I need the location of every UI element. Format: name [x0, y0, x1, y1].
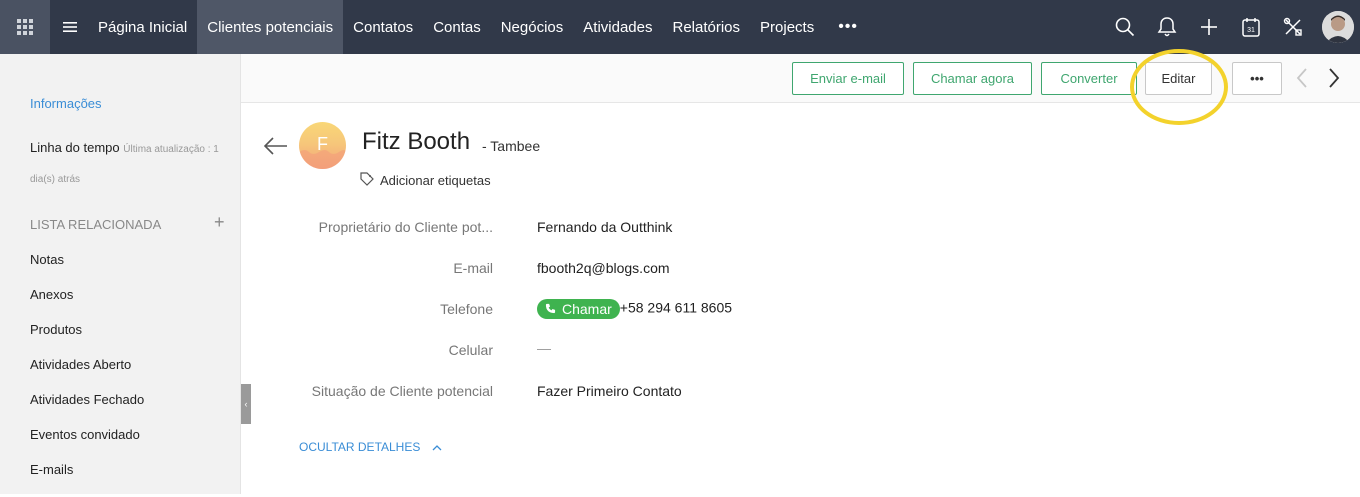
user-avatar[interactable] — [1322, 11, 1354, 43]
bell-icon[interactable] — [1146, 0, 1188, 54]
nav-contacts[interactable]: Contatos — [343, 0, 423, 54]
back-arrow-icon[interactable] — [262, 131, 290, 161]
field-value-lead-status[interactable]: Fazer Primeiro Contato — [537, 383, 682, 399]
record-action-bar: Enviar e-mail Chamar agora Converter Edi… — [241, 54, 1360, 103]
nav-accounts[interactable]: Contas — [423, 0, 491, 54]
nav-home[interactable]: Página Inicial — [88, 0, 197, 54]
field-label-mobile: Celular — [448, 342, 493, 358]
tag-icon — [360, 172, 374, 189]
phone-icon — [545, 301, 556, 317]
sidebar-item-notes[interactable]: Notas — [30, 252, 144, 287]
nav-reports[interactable]: Relatórios — [662, 0, 750, 54]
related-list: Notas Anexos Produtos Atividades Aberto … — [30, 252, 144, 497]
sidebar-info-link[interactable]: Informações — [30, 96, 102, 111]
sidebar-item-products[interactable]: Produtos — [30, 322, 144, 357]
hide-details-toggle[interactable]: OCULTAR DETALHES — [299, 440, 442, 454]
field-label-email: E-mail — [453, 260, 493, 276]
field-value-phone-row: Chamar +58 294 611 8605 — [537, 299, 732, 319]
sidebar-item-closed-activities[interactable]: Atividades Fechado — [30, 392, 144, 427]
field-label-phone: Telefone — [440, 301, 493, 317]
send-email-button[interactable]: Enviar e-mail — [792, 62, 904, 95]
top-navigation: Página Inicial Clientes potenciais Conta… — [0, 0, 1360, 54]
field-value-phone[interactable]: +58 294 611 8605 — [620, 300, 732, 316]
field-value-email[interactable]: fbooth2q@blogs.com — [537, 260, 670, 276]
add-tags-label: Adicionar etiquetas — [380, 173, 491, 188]
field-label-owner: Proprietário do Cliente pot... — [318, 219, 493, 235]
nav-deals[interactable]: Negócios — [491, 0, 574, 54]
add-tags-link[interactable]: Adicionar etiquetas — [360, 172, 491, 189]
convert-button[interactable]: Converter — [1041, 62, 1137, 95]
call-phone-label: Chamar — [562, 301, 612, 317]
next-record-arrow-icon[interactable] — [1327, 67, 1341, 95]
record-avatar[interactable]: F — [299, 122, 346, 169]
sidebar-timeline-label: Linha do tempo — [30, 140, 120, 155]
sidebar-timeline-link[interactable]: Linha do tempo Última atualização : 1 di… — [30, 134, 235, 194]
left-sidebar: Informações Linha do tempo Última atuali… — [0, 54, 241, 494]
nav-projects[interactable]: Projects — [750, 0, 824, 54]
sidebar-item-open-activities[interactable]: Atividades Aberto — [30, 357, 144, 392]
more-actions-button[interactable]: ••• — [1232, 62, 1282, 95]
top-icons-group: 31 — [1104, 0, 1360, 54]
field-value-owner[interactable]: Fernando da Outthink — [537, 219, 672, 235]
chevron-up-icon — [432, 440, 442, 454]
sidebar-collapse-handle[interactable]: ‹ — [241, 384, 251, 424]
search-icon[interactable] — [1104, 0, 1146, 54]
edit-button[interactable]: Editar — [1145, 62, 1212, 95]
nav-more-button[interactable]: ••• — [824, 0, 872, 54]
call-phone-button[interactable]: Chamar — [537, 299, 620, 319]
hamburger-menu-icon[interactable] — [52, 0, 88, 54]
field-value-mobile[interactable]: — — [537, 340, 551, 356]
apps-grid-icon[interactable] — [0, 0, 50, 54]
sidebar-item-invited-events[interactable]: Eventos convidado — [30, 427, 144, 462]
hide-details-label: OCULTAR DETALHES — [299, 440, 421, 454]
nav-leads[interactable]: Clientes potenciais — [197, 0, 344, 54]
tools-icon[interactable] — [1272, 0, 1314, 54]
call-now-button[interactable]: Chamar agora — [913, 62, 1032, 95]
nav-activities[interactable]: Atividades — [573, 0, 662, 54]
record-name: Fitz Booth — [362, 128, 471, 155]
calendar-day-text: 31 — [1247, 27, 1255, 34]
field-label-lead-status: Situação de Cliente potencial — [311, 383, 493, 399]
sidebar-item-emails[interactable]: E-mails — [30, 462, 144, 497]
record-avatar-initial: F — [317, 134, 328, 154]
calendar-icon[interactable]: 31 — [1230, 0, 1272, 54]
related-list-add-button[interactable]: + — [214, 212, 225, 233]
plus-icon[interactable] — [1188, 0, 1230, 54]
main-nav: Página Inicial Clientes potenciais Conta… — [88, 0, 872, 54]
previous-record-arrow-icon[interactable] — [1295, 67, 1309, 95]
related-list-title: LISTA RELACIONADA — [30, 217, 162, 232]
record-company[interactable]: - Tambee — [482, 138, 540, 154]
sidebar-item-attachments[interactable]: Anexos — [30, 287, 144, 322]
